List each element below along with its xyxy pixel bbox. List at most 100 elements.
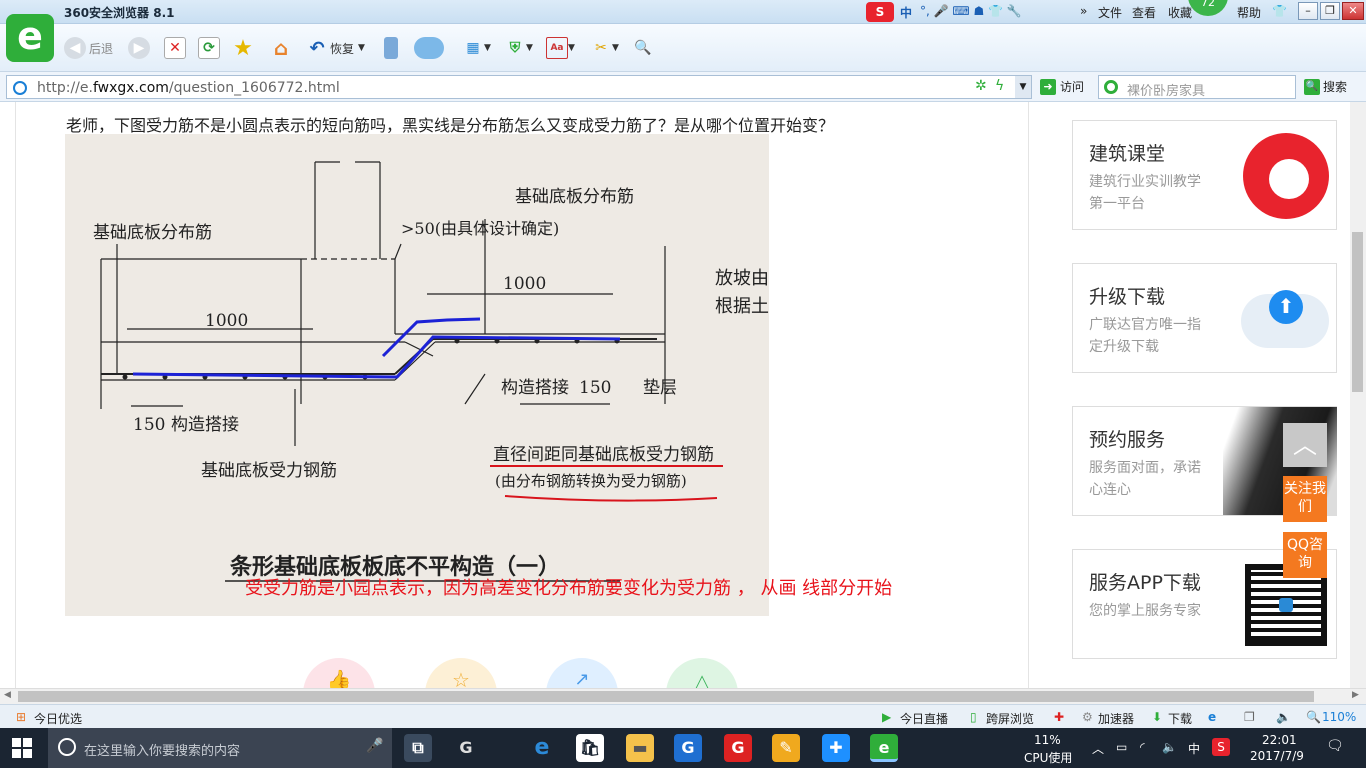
- maximize-button[interactable]: ❐: [1320, 2, 1340, 20]
- security-button[interactable]: ⛨ ▼: [504, 35, 533, 61]
- phone-button[interactable]: [384, 35, 398, 61]
- scroll-left-icon[interactable]: ◀: [4, 690, 11, 700]
- microphone-icon[interactable]: 🎤: [366, 738, 383, 754]
- vertical-scrollbar[interactable]: [1350, 102, 1366, 688]
- search-button[interactable]: 🔍 搜索: [1304, 78, 1347, 95]
- today-live-link[interactable]: 今日直播: [900, 710, 948, 727]
- horizontal-scrollbar[interactable]: ◀ ▶: [0, 688, 1366, 704]
- glodon-app-icon[interactable]: G: [674, 734, 702, 762]
- stop-icon: ✕: [164, 37, 186, 59]
- plus-app-icon[interactable]: ✚: [822, 734, 850, 762]
- window-icon[interactable]: ❐: [1244, 710, 1255, 724]
- visit-button[interactable]: ➜ 访问: [1040, 78, 1084, 95]
- notes-app-icon[interactable]: ✎: [772, 734, 800, 762]
- browser-logo-icon: e: [6, 14, 54, 62]
- card-service-desc: 服务面对面，承诺心连心: [1089, 460, 1201, 498]
- user-badge[interactable]: 72: [1188, 0, 1228, 16]
- accelerator-link[interactable]: 加速器: [1098, 710, 1134, 727]
- notification-icon[interactable]: 🗨: [1326, 738, 1344, 754]
- screenshot-button[interactable]: ✂ ▼: [590, 35, 619, 61]
- glodon-app-2-icon[interactable]: G: [724, 734, 752, 762]
- clock-time[interactable]: 22:01: [1262, 733, 1297, 747]
- download-link[interactable]: 下载: [1168, 710, 1192, 727]
- refresh-button[interactable]: ⟳: [198, 35, 220, 61]
- menu-favorites[interactable]: 收藏: [1168, 4, 1192, 21]
- collect-button[interactable]: ☆: [425, 658, 497, 688]
- ime-tools-icons[interactable]: °, 🎤 ⌨ ☗ 👕 🔧: [920, 4, 1022, 18]
- ie-icon[interactable]: e: [1208, 710, 1216, 724]
- upload-arrow-icon: ⬆: [1269, 290, 1303, 324]
- address-dropdown-icon[interactable]: ▼: [1015, 76, 1031, 98]
- app-swirl-icon[interactable]: G: [452, 734, 480, 762]
- task-view-icon[interactable]: ⧉: [404, 734, 432, 762]
- today-pick-link[interactable]: 今日优选: [34, 710, 82, 727]
- stop-button[interactable]: ✕: [164, 35, 186, 61]
- scroll-right-icon[interactable]: ▶: [1352, 690, 1359, 700]
- top-button[interactable]: △: [666, 658, 738, 688]
- battery-icon[interactable]: ▭: [1116, 740, 1127, 754]
- plugin-icon[interactable]: ✚: [1054, 710, 1064, 724]
- tray-expand-icon[interactable]: ︿: [1092, 740, 1104, 757]
- taskbar-search-placeholder: 在这里输入你要搜索的内容: [84, 744, 241, 759]
- favorite-button[interactable]: ★: [232, 35, 254, 61]
- minimize-button[interactable]: –: [1298, 2, 1318, 20]
- window-title: 360安全浏览器 8.1: [64, 6, 175, 20]
- browser-360-icon[interactable]: e: [870, 734, 898, 762]
- speaker-icon[interactable]: 🔈: [1162, 740, 1177, 754]
- back-to-top-button[interactable]: ︿: [1283, 423, 1327, 467]
- like-button[interactable]: 👍: [303, 658, 375, 688]
- menu-file[interactable]: 文件: [1098, 4, 1122, 21]
- vertical-scroll-thumb[interactable]: [1352, 232, 1363, 392]
- forward-button[interactable]: ▶: [128, 35, 150, 61]
- back-label: 后退: [89, 41, 114, 56]
- cloud-icon: [414, 37, 444, 59]
- download-icon: ⬇: [1152, 710, 1163, 724]
- zoom-icon[interactable]: 🔍: [1306, 710, 1321, 724]
- translate-button[interactable]: Aa ▼: [546, 35, 575, 61]
- horizontal-scroll-thumb[interactable]: [18, 691, 1314, 702]
- menu-view[interactable]: 查看: [1132, 4, 1156, 21]
- cross-screen-link[interactable]: 跨屏浏览: [986, 710, 1034, 727]
- qq-consult-button[interactable]: QQ咨询: [1283, 532, 1327, 578]
- ime-mode[interactable]: 中: [900, 4, 912, 21]
- visit-label: 访问: [1060, 80, 1085, 94]
- card-upgrade[interactable]: 升级下载 广联达官方唯一指定升级下载 ⬆: [1072, 263, 1337, 373]
- more-chevron-icon[interactable]: »: [1080, 4, 1087, 18]
- taskbar-search-input[interactable]: 在这里输入你要搜索的内容 🎤: [48, 728, 392, 768]
- screenshot-icon: ✂: [595, 40, 607, 56]
- wifi-icon[interactable]: ◜: [1140, 740, 1145, 754]
- share-button[interactable]: ↗: [546, 658, 618, 688]
- store-icon[interactable]: 🛍: [576, 734, 604, 762]
- dim-1000-right: 1000: [503, 274, 546, 294]
- restore-button[interactable]: ↶ 恢复 ▼: [306, 35, 364, 61]
- apps-button[interactable]: ▦ ▼: [462, 35, 491, 61]
- menu-help[interactable]: 帮助: [1237, 4, 1261, 21]
- close-button[interactable]: ✕: [1342, 2, 1364, 20]
- skin-icon[interactable]: 👕: [1272, 4, 1287, 18]
- apps-grid-icon: ▦: [466, 40, 480, 56]
- follow-us-button[interactable]: 关注我们: [1283, 476, 1327, 522]
- explorer-icon[interactable]: ▬: [626, 734, 654, 762]
- label-dist-right: 基础底板分布筋: [515, 187, 634, 207]
- card-course[interactable]: 建筑课堂 建筑行业实训教学第一平台: [1072, 120, 1337, 230]
- back-button[interactable]: ◀ 后退: [64, 35, 113, 61]
- sogou-tray-icon[interactable]: S: [1212, 738, 1230, 756]
- clock-date[interactable]: 2017/7/9: [1250, 749, 1304, 763]
- label-slope-1: 放坡由: [715, 268, 769, 289]
- search-input[interactable]: 裸价卧房家具: [1098, 75, 1296, 99]
- lightning-icon[interactable]: ϟ: [995, 78, 1004, 94]
- cloud-button[interactable]: [414, 35, 444, 61]
- sogou-icon[interactable]: S: [866, 2, 894, 22]
- card-course-title: 建筑课堂: [1089, 143, 1166, 165]
- note-line-1: 直径间距同基础底板受力钢筋: [493, 445, 714, 465]
- zoom-search-button[interactable]: 🔍: [632, 35, 654, 61]
- address-bar[interactable]: http://e.fwxgx.com/question_1606772.html…: [6, 75, 1032, 99]
- back-arrow-icon: ◀: [64, 37, 86, 59]
- tray-ime[interactable]: 中: [1188, 740, 1200, 757]
- home-button[interactable]: ⌂: [270, 35, 292, 61]
- start-button[interactable]: [12, 738, 32, 758]
- today-pick-icon: ⊞: [16, 710, 27, 724]
- edge-icon[interactable]: e: [528, 734, 556, 762]
- zoom-level[interactable]: 110%: [1322, 710, 1356, 724]
- volume-icon[interactable]: 🔈: [1276, 710, 1291, 724]
